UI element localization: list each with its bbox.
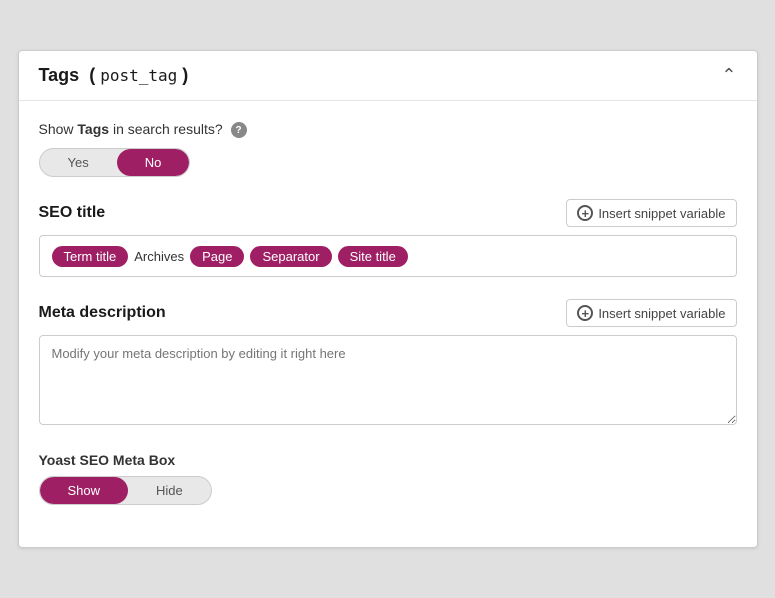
hide-button[interactable]: Hide [128, 477, 211, 504]
yes-no-toggle: Yes No [39, 148, 191, 177]
meta-insert-btn[interactable]: + Insert snippet variable [566, 299, 736, 327]
title-text: Tags [39, 65, 80, 85]
yoast-label: Yoast SEO Meta Box [39, 452, 737, 468]
title-code: post_tag [100, 66, 177, 85]
plus-circle-icon: + [577, 205, 593, 221]
seo-title-row: SEO title + Insert snippet variable [39, 199, 737, 227]
meta-insert-label: Insert snippet variable [598, 306, 725, 321]
collapse-icon[interactable]: ⌃ [721, 66, 736, 84]
insert-btn-label: Insert snippet variable [598, 206, 725, 221]
pill-separator: Separator [250, 246, 331, 267]
panel-header: Tags ( post_tag ) ⌃ [19, 51, 757, 101]
panel-title: Tags ( post_tag ) [39, 65, 189, 86]
seo-title-section: SEO title + Insert snippet variable Term… [39, 199, 737, 277]
no-button[interactable]: No [117, 149, 190, 176]
show-button[interactable]: Show [40, 477, 129, 504]
pill-site-title: Site title [338, 246, 408, 267]
label-after: in search results? [109, 121, 223, 137]
meta-description-label: Meta description [39, 304, 166, 322]
text-archives: Archives [134, 249, 184, 264]
label-before: Show [39, 121, 78, 137]
search-results-section: Show Tags in search results? ? Yes No [39, 121, 737, 177]
pill-term-title: Term title [52, 246, 129, 267]
show-hide-toggle: Show Hide [39, 476, 212, 505]
seo-title-label: SEO title [39, 204, 106, 222]
show-tags-label: Show Tags in search results? ? [39, 121, 737, 138]
meta-description-section: Meta description + Insert snippet variab… [39, 299, 737, 430]
seo-title-insert-btn[interactable]: + Insert snippet variable [566, 199, 736, 227]
meta-plus-icon: + [577, 305, 593, 321]
meta-description-textarea[interactable] [39, 335, 737, 425]
seo-title-field[interactable]: Term title Archives Page Separator Site … [39, 235, 737, 277]
tags-panel: Tags ( post_tag ) ⌃ Show Tags in search … [18, 50, 758, 548]
pill-page: Page [190, 246, 244, 267]
label-bold: Tags [77, 121, 109, 137]
yoast-meta-box-section: Yoast SEO Meta Box Show Hide [39, 452, 737, 505]
help-icon[interactable]: ? [231, 122, 247, 138]
panel-body: Show Tags in search results? ? Yes No SE… [19, 101, 757, 547]
meta-description-row: Meta description + Insert snippet variab… [39, 299, 737, 327]
yes-button[interactable]: Yes [40, 149, 117, 176]
